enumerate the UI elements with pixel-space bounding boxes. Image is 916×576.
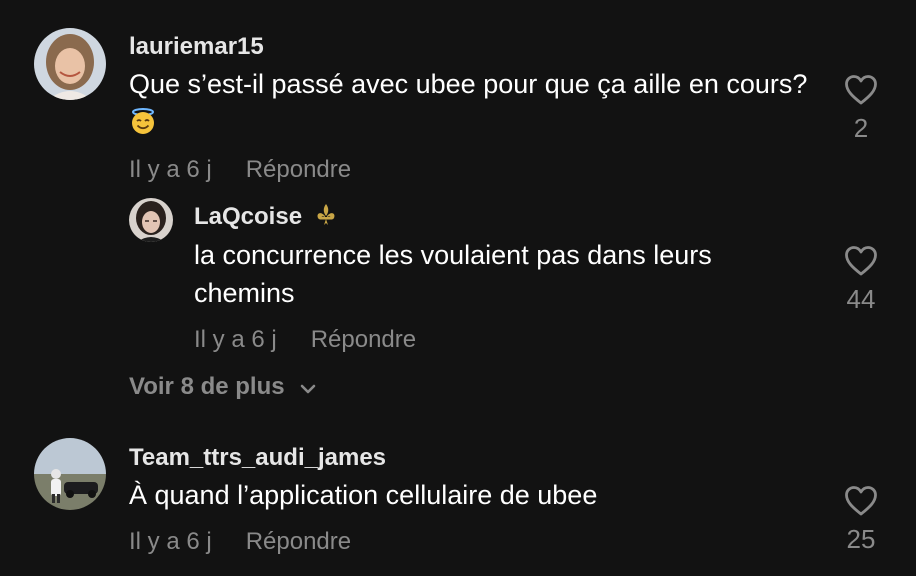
reply-meta: Il y a 6 j Répondre: [194, 326, 416, 354]
heart-icon: [845, 246, 877, 276]
like-button[interactable]: 2: [831, 74, 891, 144]
reply-button[interactable]: Répondre: [246, 528, 351, 555]
like-count: 44: [846, 284, 876, 314]
comment-username[interactable]: Team_ttrs_audi_james: [129, 444, 386, 472]
comment-timestamp: Il y a 6 j: [129, 156, 212, 183]
chevron-down-icon: [299, 374, 317, 402]
heart-icon: [845, 75, 877, 105]
reply-username-row: LaQcoise: [194, 203, 337, 234]
comment-text-content: Que s’est-il passé avec ubee pour que ça…: [129, 69, 808, 99]
reply-timestamp: Il y a 6 j: [194, 326, 277, 353]
reply-text: la concurrence les voulaient pas dans le…: [194, 240, 712, 308]
avatar[interactable]: [34, 28, 106, 100]
heart-icon: [845, 486, 877, 516]
comment-text: À quand l’application cellulaire de ubee: [129, 480, 598, 510]
like-count: 2: [853, 113, 869, 143]
comment-username[interactable]: lauriemar15: [129, 33, 264, 61]
view-more-label: Voir 8 de plus: [129, 373, 285, 400]
comment-timestamp: Il y a 6 j: [129, 528, 212, 555]
like-button[interactable]: 44: [831, 245, 891, 315]
reply-button[interactable]: Répondre: [311, 326, 416, 353]
like-button[interactable]: 25: [831, 485, 891, 555]
comment-text: Que s’est-il passé avec ubee pour que ça…: [129, 65, 809, 145]
like-count: 25: [846, 524, 876, 554]
fleur-de-lis-icon: [315, 203, 337, 234]
view-more-replies-button[interactable]: Voir 8 de plus: [129, 373, 317, 402]
avatar[interactable]: [129, 198, 173, 242]
comment-meta: Il y a 6 j Répondre: [129, 156, 351, 184]
reply-username[interactable]: LaQcoise: [194, 203, 302, 230]
reply-button[interactable]: Répondre: [246, 156, 351, 183]
smiling-face-with-halo-icon: [129, 107, 157, 145]
avatar[interactable]: [34, 438, 106, 510]
comment-meta: Il y a 6 j Répondre: [129, 528, 351, 556]
